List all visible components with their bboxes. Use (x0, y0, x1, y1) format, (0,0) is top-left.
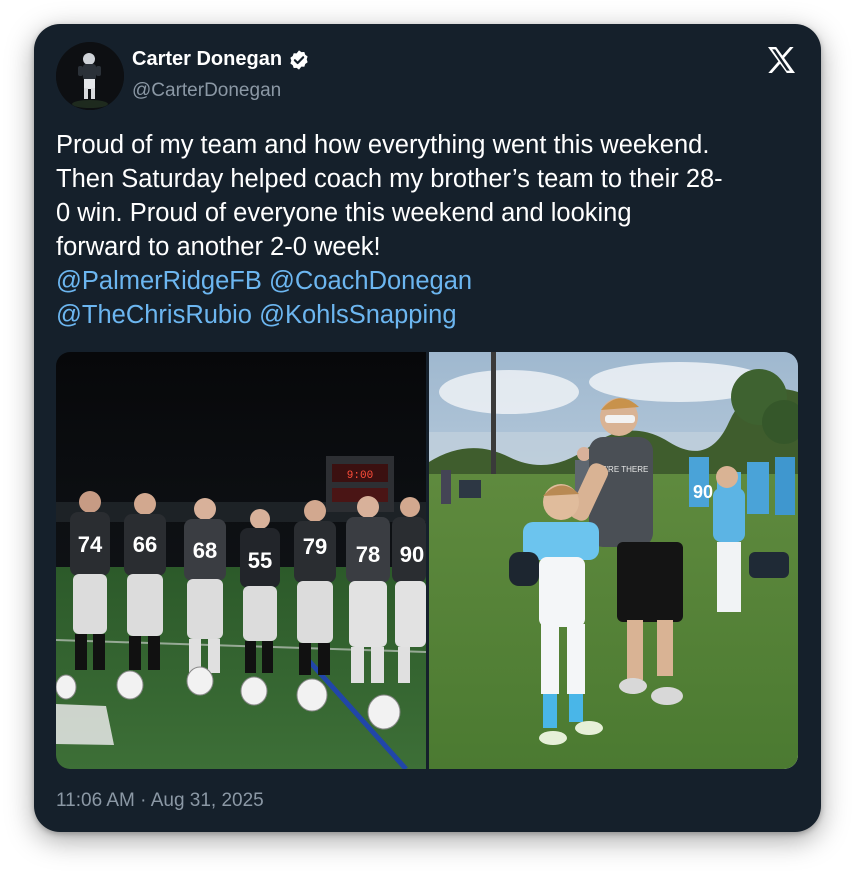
mentions-line: @PalmerRidgeFB @CoachDonegan (56, 264, 804, 298)
jersey-number: 90 (693, 482, 713, 502)
x-logo-icon[interactable] (765, 44, 797, 76)
avatar-image (56, 42, 124, 110)
jersey-number: 90 (400, 542, 424, 567)
avatar[interactable] (56, 42, 124, 110)
tweet-text-line: Then Saturday helped coach my brother’s … (56, 165, 723, 193)
mentions-line: @TheChrisRubio @KohlsSnapping (56, 298, 804, 332)
author-row: Carter Donegan (132, 48, 310, 71)
mention-link[interactable]: @CoachDonegan (269, 267, 472, 295)
coaching-photo-image: WE'RE THERE 90 (429, 352, 798, 769)
jersey-number: 55 (248, 548, 272, 573)
tweet-card: Carter Donegan @CarterDonegan Proud of m… (34, 24, 821, 832)
coaching-photo-right[interactable]: WE'RE THERE 90 (429, 352, 798, 769)
jersey-number: 66 (133, 532, 157, 557)
team-photo-left[interactable]: 9:00 74 66 68 55 79 78 90 (56, 352, 426, 769)
scoreboard-time: 9:00 (347, 470, 373, 482)
jersey-number: 79 (303, 534, 327, 559)
verified-badge-icon (290, 49, 308, 70)
jersey-number: 78 (356, 542, 380, 567)
team-photo-image: 9:00 74 66 68 55 79 78 90 (56, 352, 426, 769)
tweet-text-line: forward to another 2-0 week! (56, 233, 381, 261)
post-timestamp[interactable]: 11:06 AM · Aug 31, 2025 (56, 790, 264, 812)
tweet-text-line: Proud of my team and how everything went… (56, 131, 710, 159)
media-grid: 9:00 74 66 68 55 79 78 90 WE'RE THERE 90 (56, 352, 798, 769)
mention-link[interactable]: @KohlsSnapping (259, 301, 456, 329)
author-handle[interactable]: @CarterDonegan (132, 80, 281, 102)
mention-link[interactable]: @TheChrisRubio (56, 301, 252, 329)
author-name[interactable]: Carter Donegan (132, 48, 282, 71)
mention-link[interactable]: @PalmerRidgeFB (56, 267, 262, 295)
tweet-text-line: 0 win. Proud of everyone this weekend an… (56, 199, 632, 227)
jersey-number: 74 (78, 532, 103, 557)
jersey-number: 68 (193, 538, 217, 563)
tweet-text: Proud of my team and how everything went… (56, 128, 804, 332)
